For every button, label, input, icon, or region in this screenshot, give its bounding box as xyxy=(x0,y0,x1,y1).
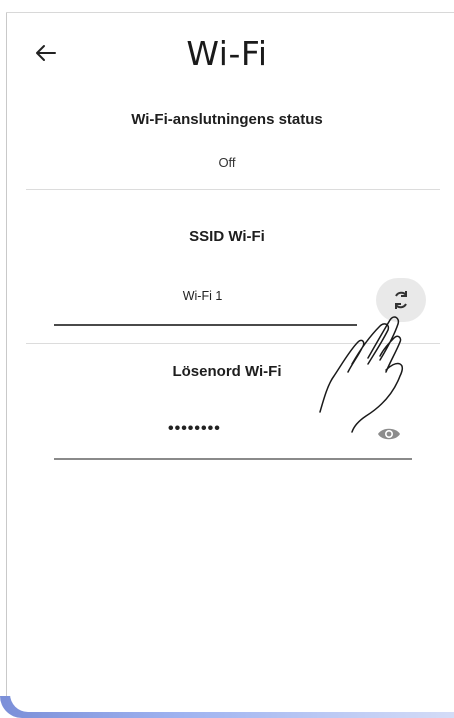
password-input[interactable]: •••••••• xyxy=(168,420,258,440)
divider xyxy=(26,343,440,344)
page-title: Wi-Fi xyxy=(186,34,268,73)
ssid-input[interactable]: Wi-Fi 1 xyxy=(140,289,265,309)
app-header: Wi-Fi xyxy=(0,22,454,82)
password-label: Lösenord Wi-Fi xyxy=(172,363,282,380)
refresh-icon xyxy=(395,291,407,309)
status-value: Off xyxy=(218,155,236,170)
ssid-label: SSID Wi-Fi xyxy=(189,228,265,245)
refresh-ssid-button[interactable] xyxy=(376,278,426,322)
password-input-underline xyxy=(54,458,412,460)
frame-edge-top xyxy=(6,12,454,13)
ssid-input-underline xyxy=(54,324,357,326)
toggle-password-visibility-button[interactable] xyxy=(374,423,404,445)
status-label: Wi-Fi-anslutningens status xyxy=(131,111,323,128)
eye-icon xyxy=(378,428,400,440)
screen: Wi-Fi Wi-Fi-anslutningens status Off SSI… xyxy=(0,0,454,718)
divider xyxy=(26,189,440,190)
